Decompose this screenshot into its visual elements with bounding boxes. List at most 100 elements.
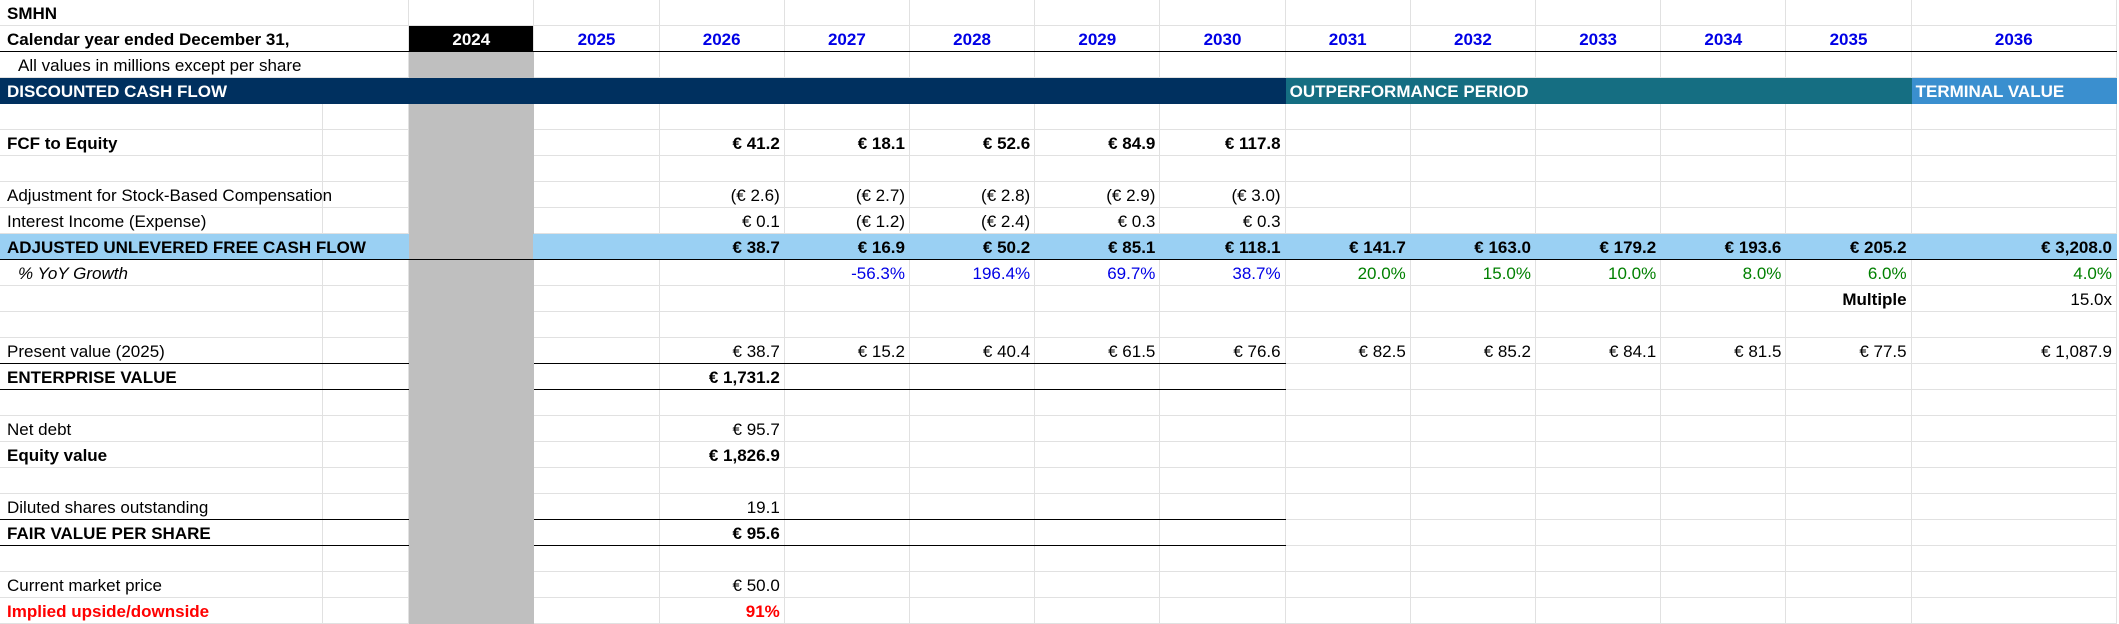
empty-cell[interactable] xyxy=(1159,493,1286,520)
empty-cell[interactable] xyxy=(1159,415,1286,442)
empty-cell[interactable] xyxy=(784,519,910,546)
interest-2028[interactable]: (€ 2.4) xyxy=(909,207,1036,234)
empty-cell[interactable] xyxy=(1410,441,1537,468)
year-2030[interactable]: 2030 xyxy=(1159,25,1286,52)
empty-cell[interactable] xyxy=(659,389,785,416)
empty-cell[interactable] xyxy=(1034,285,1161,312)
empty-cell[interactable] xyxy=(1535,285,1662,312)
empty-cell[interactable] xyxy=(1285,51,1411,78)
empty-cell[interactable] xyxy=(1285,103,1411,130)
empty-cell[interactable] xyxy=(1410,51,1537,78)
year-2027[interactable]: 2027 xyxy=(784,25,910,52)
empty-cell[interactable] xyxy=(1034,571,1161,598)
empty-cell[interactable] xyxy=(909,493,1036,520)
empty-cell[interactable] xyxy=(1785,207,1912,234)
empty-cell[interactable] xyxy=(533,467,660,494)
empty-cell[interactable] xyxy=(659,311,785,338)
empty-cell[interactable] xyxy=(659,103,785,130)
empty-cell[interactable] xyxy=(322,129,410,156)
empty-cell[interactable] xyxy=(1911,51,2118,78)
empty-cell[interactable] xyxy=(1911,519,2118,546)
empty-cell[interactable] xyxy=(1034,155,1161,182)
fcf-2029[interactable]: € 84.9 xyxy=(1034,129,1161,156)
empty-cell[interactable] xyxy=(1911,493,2118,520)
empty-cell[interactable] xyxy=(533,363,660,390)
empty-cell[interactable] xyxy=(909,311,1036,338)
empty-cell[interactable] xyxy=(533,103,660,130)
empty-cell[interactable] xyxy=(1410,207,1537,234)
fcf-2030[interactable]: € 117.8 xyxy=(1159,129,1286,156)
empty-cell[interactable] xyxy=(1410,0,1537,26)
empty-cell[interactable] xyxy=(408,415,535,442)
empty-cell[interactable] xyxy=(909,51,1036,78)
market-price-value[interactable]: € 50.0 xyxy=(659,571,785,598)
empty-cell[interactable] xyxy=(1911,155,2118,182)
equity-value-label[interactable]: Equity value xyxy=(0,441,324,468)
empty-cell[interactable] xyxy=(1535,571,1662,598)
empty-cell[interactable] xyxy=(1410,155,1537,182)
interest-2029[interactable]: € 0.3 xyxy=(1034,207,1161,234)
empty-cell[interactable] xyxy=(408,597,535,624)
empty-cell[interactable] xyxy=(1785,519,1912,546)
empty-cell[interactable] xyxy=(1034,0,1161,26)
empty-cell[interactable] xyxy=(909,519,1036,546)
empty-cell[interactable] xyxy=(909,597,1036,624)
net-debt-label[interactable]: Net debt xyxy=(0,415,324,442)
empty-cell[interactable] xyxy=(408,285,535,312)
adj-ufcf-label[interactable]: ADJUSTED UNLEVERED FREE CASH FLOW xyxy=(0,233,410,260)
empty-cell[interactable] xyxy=(909,467,1036,494)
empty-cell[interactable] xyxy=(784,441,910,468)
empty-cell[interactable] xyxy=(909,545,1036,572)
empty-cell[interactable] xyxy=(1034,467,1161,494)
empty-cell[interactable] xyxy=(1285,597,1411,624)
empty-cell[interactable] xyxy=(1660,441,1787,468)
terminal-band[interactable]: TERMINAL VALUE xyxy=(1911,77,2118,104)
empty-cell[interactable] xyxy=(1911,129,2118,156)
empty-cell[interactable] xyxy=(408,233,535,260)
empty-cell[interactable] xyxy=(533,493,660,520)
interest-2027[interactable]: (€ 1.2) xyxy=(784,207,910,234)
empty-cell[interactable] xyxy=(1911,311,2118,338)
empty-cell[interactable] xyxy=(1535,363,1662,390)
empty-cell[interactable] xyxy=(1911,415,2118,442)
empty-cell[interactable] xyxy=(1535,415,1662,442)
empty-cell[interactable] xyxy=(1159,597,1286,624)
empty-cell[interactable] xyxy=(1159,155,1286,182)
yoy-2032[interactable]: 15.0% xyxy=(1410,259,1537,286)
empty-cell[interactable] xyxy=(408,207,535,234)
empty-cell[interactable] xyxy=(1785,311,1912,338)
empty-cell[interactable] xyxy=(533,129,660,156)
empty-cell[interactable] xyxy=(408,389,535,416)
empty-cell[interactable] xyxy=(533,519,660,546)
empty-cell[interactable] xyxy=(322,415,410,442)
pv-2033[interactable]: € 84.1 xyxy=(1535,337,1662,364)
empty-cell[interactable] xyxy=(322,441,410,468)
empty-cell[interactable] xyxy=(408,181,535,208)
yoy-2029[interactable]: 69.7% xyxy=(1034,259,1161,286)
adj-ufcf-2033[interactable]: € 179.2 xyxy=(1535,233,1662,260)
empty-cell[interactable] xyxy=(1159,285,1286,312)
empty-cell[interactable] xyxy=(1660,545,1787,572)
empty-cell[interactable] xyxy=(322,207,410,234)
empty-cell[interactable] xyxy=(408,441,535,468)
empty-cell[interactable] xyxy=(408,155,535,182)
empty-cell[interactable] xyxy=(1660,519,1787,546)
empty-cell[interactable] xyxy=(1785,155,1912,182)
empty-cell[interactable] xyxy=(533,571,660,598)
empty-cell[interactable] xyxy=(0,389,324,416)
year-2034[interactable]: 2034 xyxy=(1660,25,1787,52)
empty-cell[interactable] xyxy=(1660,571,1787,598)
upside-value[interactable]: 91% xyxy=(659,597,785,624)
empty-cell[interactable] xyxy=(1285,207,1411,234)
empty-cell[interactable] xyxy=(1911,571,2118,598)
empty-cell[interactable] xyxy=(1159,363,1286,390)
empty-cell[interactable] xyxy=(1535,467,1662,494)
empty-cell[interactable] xyxy=(322,103,410,130)
empty-cell[interactable] xyxy=(1535,597,1662,624)
empty-cell[interactable] xyxy=(1410,389,1537,416)
empty-cell[interactable] xyxy=(1785,597,1912,624)
pv-2029[interactable]: € 61.5 xyxy=(1034,337,1161,364)
empty-cell[interactable] xyxy=(408,363,535,390)
empty-cell[interactable] xyxy=(1410,363,1537,390)
pv-2028[interactable]: € 40.4 xyxy=(909,337,1036,364)
